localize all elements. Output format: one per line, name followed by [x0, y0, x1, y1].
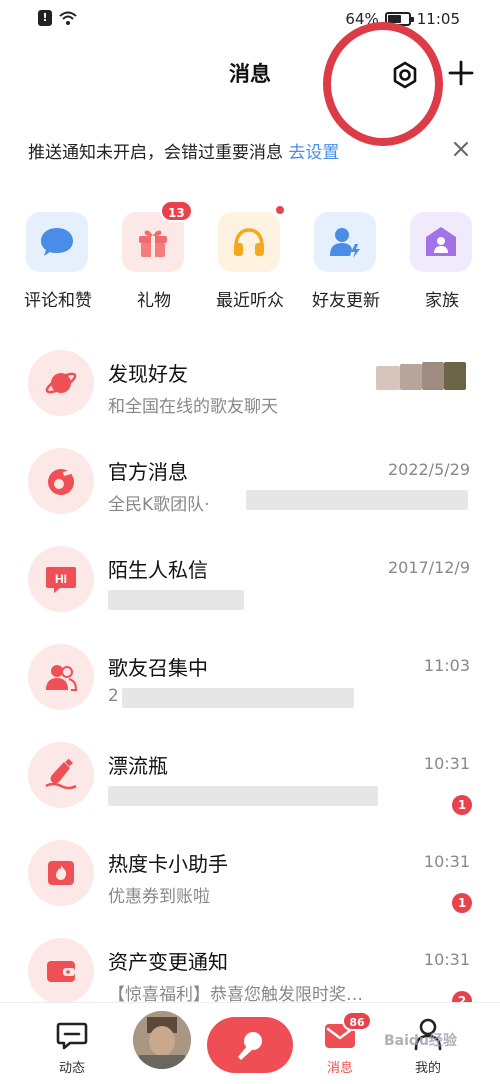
category-family[interactable]: 家族 [394, 212, 490, 312]
message-title: 资产变更通知 [108, 950, 228, 974]
category-tile [26, 212, 88, 272]
category-gifts[interactable]: 13 礼物 [106, 200, 202, 312]
flame-card-icon [48, 861, 74, 885]
settings-icon [393, 61, 417, 89]
message-title: 漂流瓶 [108, 754, 168, 778]
message-time: 11:03 [423, 656, 470, 675]
message-time: 10:31 [423, 754, 470, 773]
gift-icon [139, 230, 167, 257]
official-music-icon [48, 469, 74, 495]
message-preview: 全民K歌团队· [108, 495, 210, 515]
status-bar: ! 64% 11:05 [0, 0, 500, 38]
add-button[interactable] [444, 56, 478, 90]
svg-text:HI: HI [55, 572, 67, 586]
message-time: 2022/5/29 [387, 460, 470, 479]
gift-count-badge: 13 [160, 200, 193, 222]
message-title: 歌友召集中 [108, 656, 208, 680]
notice-close-button[interactable] [448, 136, 474, 162]
message-avatar [28, 350, 94, 416]
list-item[interactable]: 官方消息 全民K歌团队· 2022/5/29 [0, 438, 500, 536]
hi-bubble-icon: HI [46, 567, 76, 593]
list-item[interactable]: HI 陌生人私信 2017/12/9 [0, 536, 500, 634]
notice-settings-link[interactable]: 去设置 [288, 143, 339, 163]
category-recent-listeners[interactable]: 最近听众 [202, 206, 298, 312]
message-title: 发现好友 [108, 362, 188, 386]
message-time: 2017/12/9 [387, 558, 470, 577]
list-item[interactable]: 发现好友 和全国在线的歌友聊天 [0, 340, 500, 438]
list-item[interactable]: 热度卡小助手 优惠券到账啦 10:31 1 [0, 830, 500, 928]
message-title: 热度卡小助手 [108, 852, 228, 876]
category-row: 评论和赞 13 礼物 最近听众 好友更新 家族 [0, 200, 500, 312]
wifi-icon [59, 11, 77, 25]
blurred-text [122, 688, 354, 708]
notice-text: 推送通知未开启，会错过重要消息 去设置 [28, 138, 339, 163]
page-title: 消息 [229, 62, 271, 86]
message-avatar [28, 840, 94, 906]
category-friend-updates[interactable]: 好友更新 [298, 212, 394, 312]
message-avatar [28, 742, 94, 808]
feed-chat-icon [56, 1022, 88, 1050]
baidu-watermark: Baidu经验 [384, 1033, 457, 1049]
status-time: 11:05 [416, 10, 460, 28]
blurred-text [246, 490, 468, 510]
sing-microphone-button[interactable] [207, 1017, 293, 1073]
list-item[interactable]: 漂流瓶 10:31 1 [0, 732, 500, 830]
message-avatar [28, 938, 94, 1004]
nav-item-feed[interactable]: 动态 [42, 1003, 102, 1084]
category-tile [410, 212, 472, 272]
push-notice-banner: 推送通知未开启，会错过重要消息 去设置 [0, 132, 500, 168]
category-tile [314, 212, 376, 272]
status-left: ! [38, 10, 78, 26]
battery-icon [384, 12, 414, 26]
category-label: 家族 [425, 291, 459, 311]
group-people-icon [46, 665, 78, 691]
message-avatar [28, 448, 94, 514]
blurred-thumbnail [376, 366, 400, 390]
settings-button[interactable] [388, 58, 422, 92]
microphone-icon [238, 1032, 262, 1060]
message-preview: 和全国在线的歌友聊天 [108, 397, 278, 417]
avatar-image [133, 1011, 191, 1069]
blurred-thumbnail [422, 362, 444, 390]
message-title: 陌生人私信 [108, 558, 208, 582]
message-title: 官方消息 [108, 460, 188, 484]
close-icon [454, 142, 468, 156]
unread-count-badge: 1 [452, 795, 472, 815]
new-indicator-dot [276, 206, 284, 214]
category-comments-likes[interactable]: 评论和赞 [10, 212, 106, 312]
list-item[interactable]: 歌友召集中 2 11:03 [0, 634, 500, 732]
message-time: 10:31 [423, 852, 470, 871]
alert-icon: ! [38, 10, 52, 26]
message-time: 10:31 [423, 950, 470, 969]
user-update-icon [330, 228, 360, 258]
notice-message: 推送通知未开启，会错过重要消息 [28, 143, 283, 163]
messages-count-badge: 86 [342, 1011, 372, 1031]
header: 消息 [0, 50, 500, 96]
nav-label: 消息 [326, 1061, 353, 1076]
blurred-thumbnail [400, 364, 422, 390]
unread-count-badge: 1 [452, 893, 472, 913]
category-tile [218, 212, 280, 272]
message-preview: 优惠券到账啦 [108, 887, 210, 907]
family-house-icon [426, 227, 456, 256]
status-right: 64% 11:05 [345, 10, 460, 28]
wallet-icon [47, 961, 75, 982]
blurred-thumbnail [444, 362, 466, 390]
user-avatar[interactable] [133, 1011, 191, 1069]
planet-icon [45, 372, 77, 394]
drift-bottle-icon [45, 758, 77, 790]
message-avatar: HI [28, 546, 94, 612]
plus-icon [448, 60, 474, 86]
blurred-text [108, 590, 244, 610]
nav-label: 我的 [414, 1061, 441, 1076]
nav-item-messages[interactable]: 86 消息 [310, 1003, 372, 1084]
headphones-icon [234, 228, 264, 256]
battery-percent: 64% [345, 10, 379, 28]
nav-label: 动态 [58, 1061, 85, 1076]
blurred-text [108, 786, 378, 806]
message-avatar [28, 644, 94, 710]
comment-icon [41, 228, 73, 256]
message-preview: 2 [108, 686, 119, 706]
